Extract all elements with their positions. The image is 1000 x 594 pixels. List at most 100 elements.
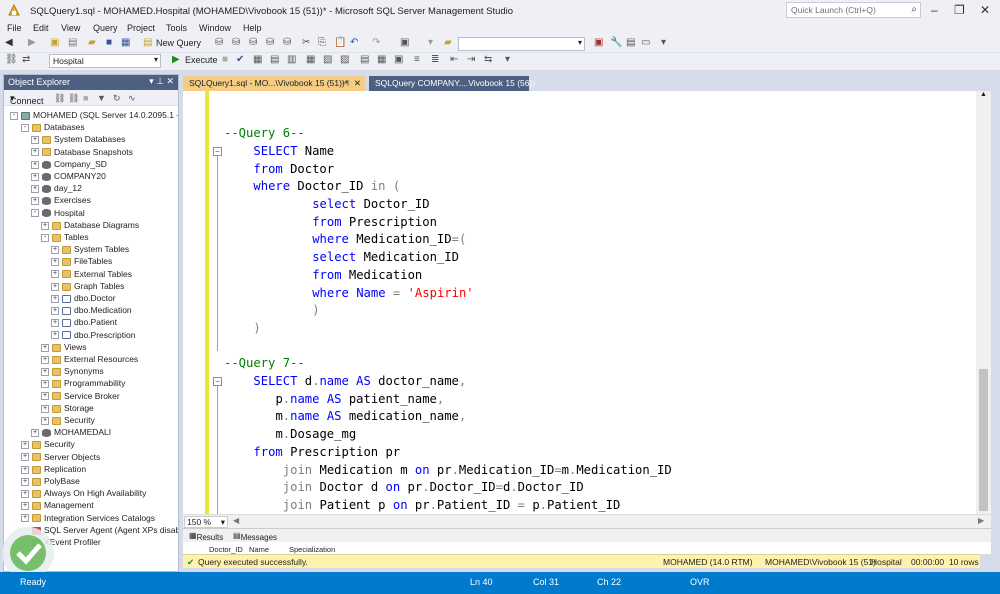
- toolbox-icon[interactable]: ▤: [626, 36, 635, 50]
- expand-icon[interactable]: +: [21, 477, 29, 486]
- query-db-icon[interactable]: ⛁: [215, 36, 223, 50]
- tree-node[interactable]: + Security: [21, 438, 75, 450]
- menu-window[interactable]: Window: [199, 23, 231, 33]
- expand-icon[interactable]: +: [31, 184, 39, 193]
- uncomment-icon[interactable]: ≣: [431, 53, 439, 67]
- save-icon[interactable]: ■: [106, 36, 112, 50]
- expand-icon[interactable]: +: [31, 148, 39, 157]
- quick-launch-input[interactable]: Quick Launch (Ctrl+Q) ⌕: [786, 2, 921, 18]
- tree-node[interactable]: + Views: [41, 341, 87, 353]
- tree-node[interactable]: + Graph Tables: [51, 280, 124, 292]
- menu-file[interactable]: File: [7, 23, 22, 33]
- query-dax-icon[interactable]: ⛁: [283, 36, 291, 50]
- save-all-icon[interactable]: ▦: [121, 36, 130, 50]
- tree-node[interactable]: + Exercises: [31, 194, 91, 206]
- execute-icon[interactable]: ▶: [172, 53, 180, 67]
- tree-node[interactable]: - Tables: [41, 231, 89, 243]
- redo-icon[interactable]: ↷: [372, 36, 380, 50]
- column-header[interactable]: Name: [249, 545, 269, 554]
- back-icon[interactable]: ◀: [5, 36, 13, 50]
- column-header[interactable]: Doctor_ID: [209, 545, 243, 554]
- query-dmx-icon[interactable]: ⛁: [249, 36, 257, 50]
- collapse-icon[interactable]: -: [31, 209, 39, 218]
- tab-messages[interactable]: ▤ Messages: [233, 531, 277, 542]
- tree-node[interactable]: + MOHAMEDALI: [31, 426, 111, 438]
- sql-editor[interactable]: --Query 6-- SELECT Name from Doctor where D…: [183, 91, 991, 514]
- scroll-up-icon[interactable]: ▲: [980, 91, 987, 98]
- tree-node[interactable]: + Storage: [41, 402, 94, 414]
- tree-node[interactable]: + COMPANY20: [31, 170, 106, 182]
- filter-icon[interactable]: ▼: [97, 93, 106, 103]
- tree-node[interactable]: + Management: [21, 499, 94, 511]
- execute-button[interactable]: Execute: [185, 53, 218, 67]
- tree-node[interactable]: + Database Snapshots: [31, 146, 133, 158]
- column-header[interactable]: Specialization: [289, 545, 335, 554]
- editor-vertical-scrollbar[interactable]: ▲: [976, 91, 991, 514]
- tab-sqlquery1[interactable]: SQLQuery1.sql - MO...\Vivobook 15 (51))*…: [183, 76, 365, 91]
- tree-node[interactable]: + Replication: [21, 463, 86, 475]
- menu-project[interactable]: Project: [127, 23, 155, 33]
- tree-node[interactable]: + dbo.Doctor: [51, 292, 116, 304]
- expand-icon[interactable]: +: [41, 392, 49, 401]
- find-combo[interactable]: ▾: [458, 37, 585, 51]
- connect-icon[interactable]: ⛓: [5, 53, 18, 67]
- tree-node[interactable]: - Databases: [21, 121, 85, 133]
- scroll-right-icon[interactable]: ▶: [978, 516, 984, 525]
- indent-icon[interactable]: ⇥: [467, 53, 475, 67]
- tab-results[interactable]: ▦ Results: [189, 531, 223, 542]
- paste-icon[interactable]: 📋: [334, 36, 346, 50]
- specify-values-icon[interactable]: ⇆: [484, 53, 492, 67]
- parse-icon[interactable]: ✔: [236, 53, 244, 67]
- expand-icon[interactable]: +: [51, 282, 59, 291]
- tree-node[interactable]: + Company_SD: [31, 158, 107, 170]
- menu-view[interactable]: View: [61, 23, 80, 33]
- fold-toggle-icon[interactable]: −: [213, 377, 222, 386]
- collapse-icon[interactable]: -: [10, 111, 18, 120]
- tree-node[interactable]: + FileTables: [51, 255, 112, 267]
- pin-icon[interactable]: ▾ ⊥ ✕: [149, 76, 174, 87]
- tree-node[interactable]: + dbo.Medication: [51, 304, 132, 316]
- tree-node[interactable]: + Always On High Availability: [21, 487, 146, 499]
- query-mdx-icon[interactable]: ⛁: [232, 36, 240, 50]
- expand-icon[interactable]: +: [41, 380, 49, 389]
- tree-node[interactable]: + Synonyms: [41, 365, 104, 377]
- collapse-icon[interactable]: -: [21, 123, 29, 132]
- tree-node[interactable]: + System Tables: [51, 243, 129, 255]
- expand-icon[interactable]: +: [21, 453, 29, 462]
- results-text-icon[interactable]: ▤: [360, 53, 369, 67]
- fold-toggle-icon[interactable]: −: [213, 146, 222, 156]
- expand-icon[interactable]: +: [41, 221, 49, 230]
- connect-icon[interactable]: ⛓: [54, 93, 65, 104]
- maximize-icon[interactable]: ❐: [954, 3, 965, 17]
- expand-icon[interactable]: +: [41, 404, 49, 413]
- expand-icon[interactable]: +: [21, 465, 29, 474]
- solutions-icon[interactable]: ▣: [400, 36, 409, 50]
- available-databases-select[interactable]: Hospital ▾: [49, 54, 161, 68]
- stop-icon[interactable]: ■: [83, 93, 88, 103]
- expand-icon[interactable]: +: [31, 136, 39, 145]
- expand-icon[interactable]: +: [21, 502, 29, 511]
- tree-node[interactable]: + Security: [41, 414, 95, 426]
- connect-dropdown[interactable]: Connect ▾: [10, 93, 44, 106]
- close-tab-icon[interactable]: ✕: [354, 78, 361, 89]
- zoom-select[interactable]: 150 % ▾: [184, 516, 228, 528]
- window-layout-icon[interactable]: ▭: [641, 36, 650, 50]
- expand-icon[interactable]: +: [51, 270, 59, 279]
- outdent-icon[interactable]: ⇤: [450, 53, 458, 67]
- forward-icon[interactable]: ▶: [28, 36, 36, 50]
- minimize-icon[interactable]: –: [931, 3, 938, 17]
- find-icon[interactable]: ▰: [444, 36, 452, 50]
- activity-monitor-icon[interactable]: ∿: [128, 93, 136, 104]
- expand-icon[interactable]: +: [31, 197, 39, 206]
- tree-node[interactable]: + dbo.Prescription: [51, 329, 135, 341]
- tree-node[interactable]: + PolyBase: [21, 475, 80, 487]
- tree-node[interactable]: - MOHAMED (SQL Server 14.0.2095.1 - MO: [10, 109, 178, 121]
- collapse-icon[interactable]: -: [41, 233, 49, 242]
- add-item-icon[interactable]: ▤: [68, 36, 77, 50]
- expand-icon[interactable]: +: [41, 343, 49, 352]
- expand-icon[interactable]: +: [51, 294, 59, 303]
- expand-icon[interactable]: +: [31, 172, 39, 181]
- query-xmla-icon[interactable]: ⛁: [266, 36, 274, 50]
- expand-icon[interactable]: +: [41, 416, 49, 425]
- include-plan-icon[interactable]: ▦: [306, 53, 315, 67]
